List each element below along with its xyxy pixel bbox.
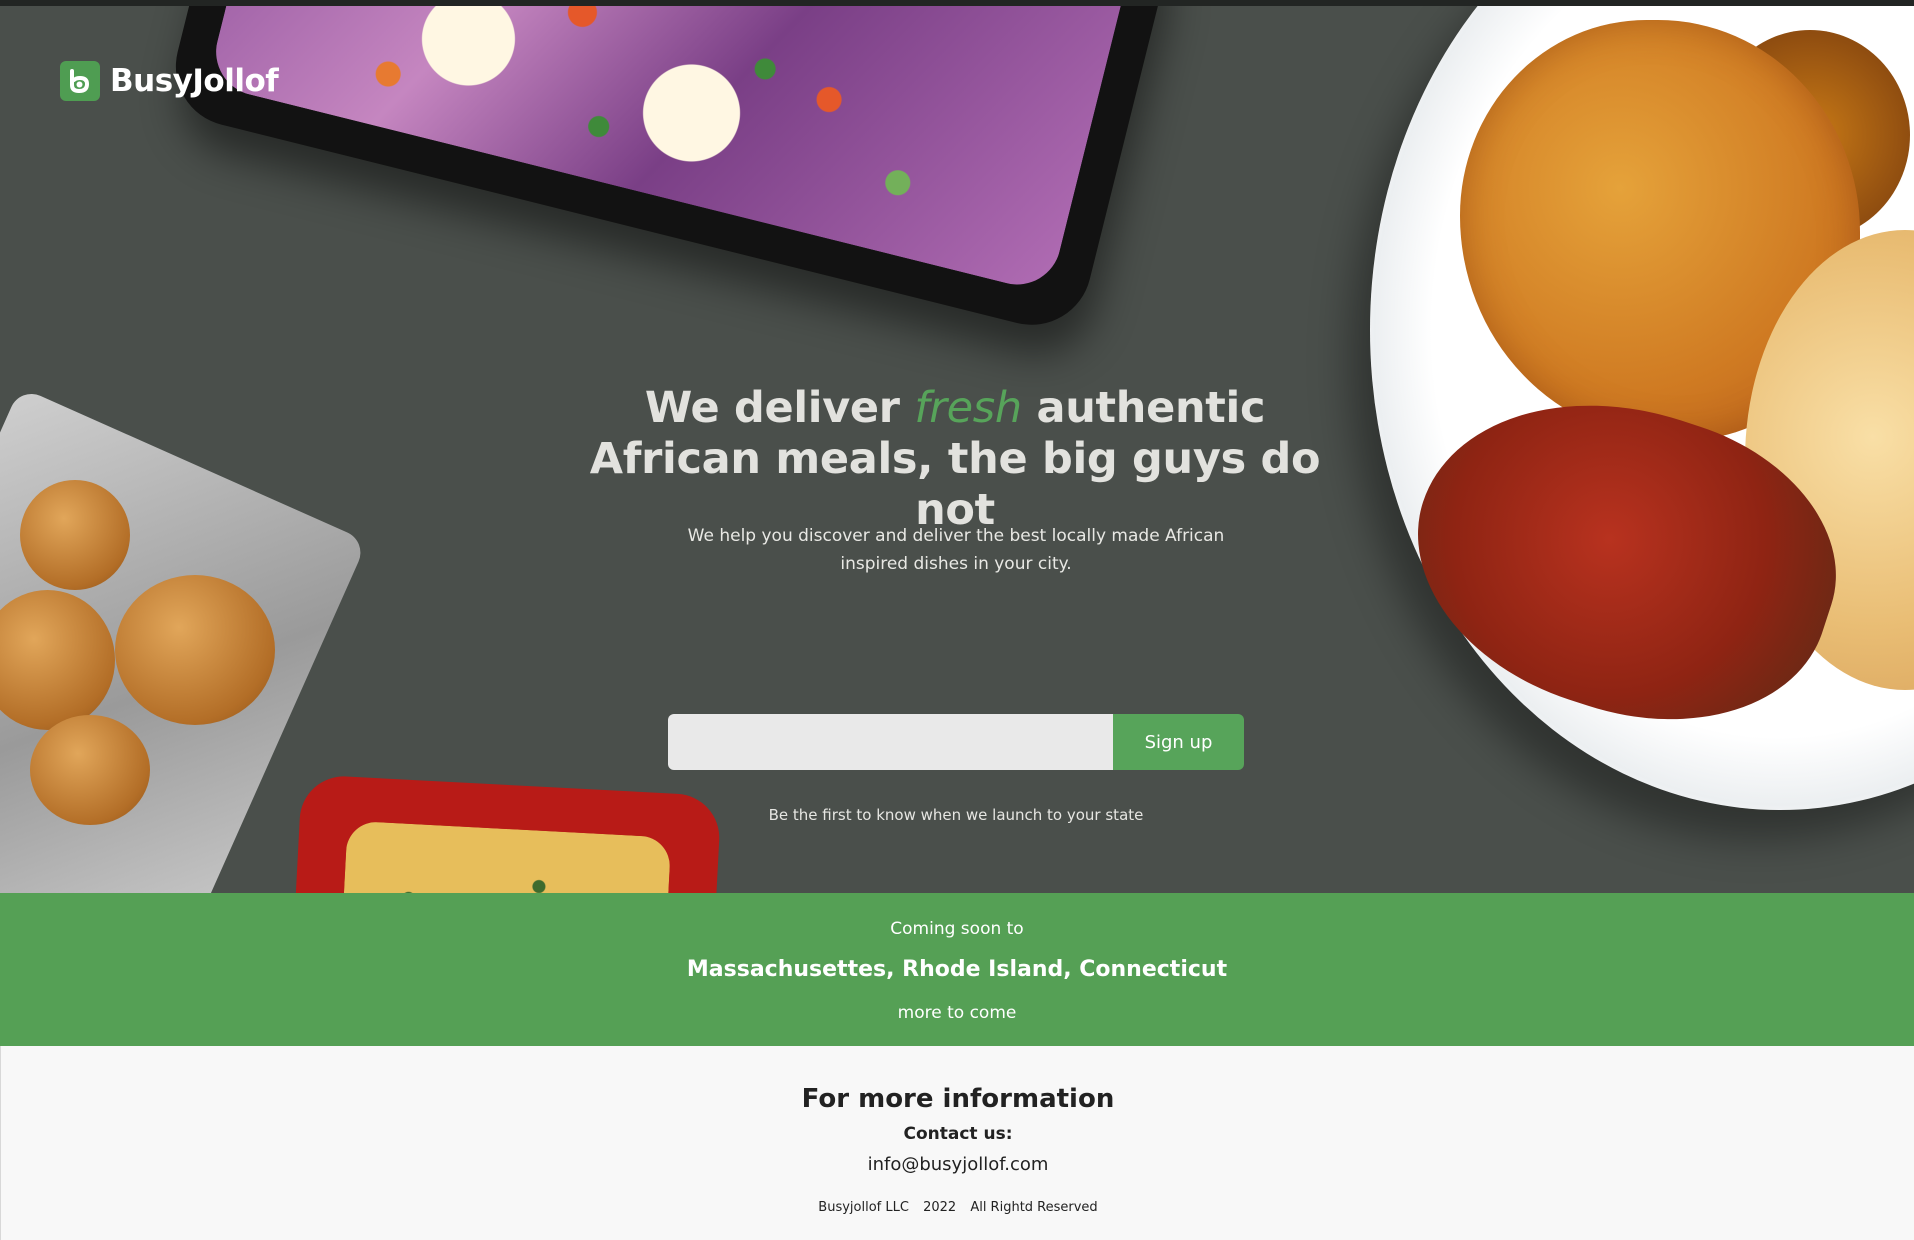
hero-section: BusyJollof We deliver fresh authentic Af… (0, 0, 1914, 893)
coming-soon-banner: Coming soon to Massachusettes, Rhode Isl… (0, 893, 1914, 1046)
brand-name: BusyJollof (110, 63, 279, 99)
hero-subhead: We help you discover and deliver the bes… (687, 526, 1225, 574)
hero-content: We deliver fresh authentic African meals… (0, 0, 1914, 893)
company-name: Busyjollof LLC (818, 1200, 909, 1215)
rights-text: All Rightd Reserved (970, 1200, 1098, 1215)
coming-soon-states: Massachusettes, Rhode Island, Connecticu… (686, 957, 1228, 982)
top-edge-bar (0, 0, 1914, 6)
signup-form: Sign up (668, 714, 1244, 770)
email-input[interactable] (668, 714, 1113, 770)
footer-legal: Busyjollof LLC 2022 All Rightd Reserved (1, 1200, 1914, 1215)
headline-accent: fresh (914, 383, 1022, 433)
contact-label: Contact us: (903, 1124, 1013, 1144)
footer: For more information Contact us: info@bu… (0, 1046, 1914, 1240)
logo-glyph (70, 69, 90, 94)
coming-soon-label: Coming soon to (890, 919, 1024, 939)
footer-title: For more information (801, 1084, 1115, 1114)
headline-part-1: We deliver (644, 383, 900, 433)
busyjollof-logo-icon (60, 61, 100, 101)
contact-email-link[interactable]: info@busyjollof.com (1, 1154, 1914, 1175)
more-to-come-label: more to come (897, 1003, 1017, 1023)
copyright-year: 2022 (923, 1200, 957, 1215)
signup-button[interactable]: Sign up (1113, 714, 1244, 770)
signup-note: Be the first to know when we launch to y… (768, 806, 1144, 824)
brand-logo[interactable]: BusyJollof (60, 61, 279, 101)
hero-headline: We deliver fresh authentic African meals… (560, 383, 1350, 536)
